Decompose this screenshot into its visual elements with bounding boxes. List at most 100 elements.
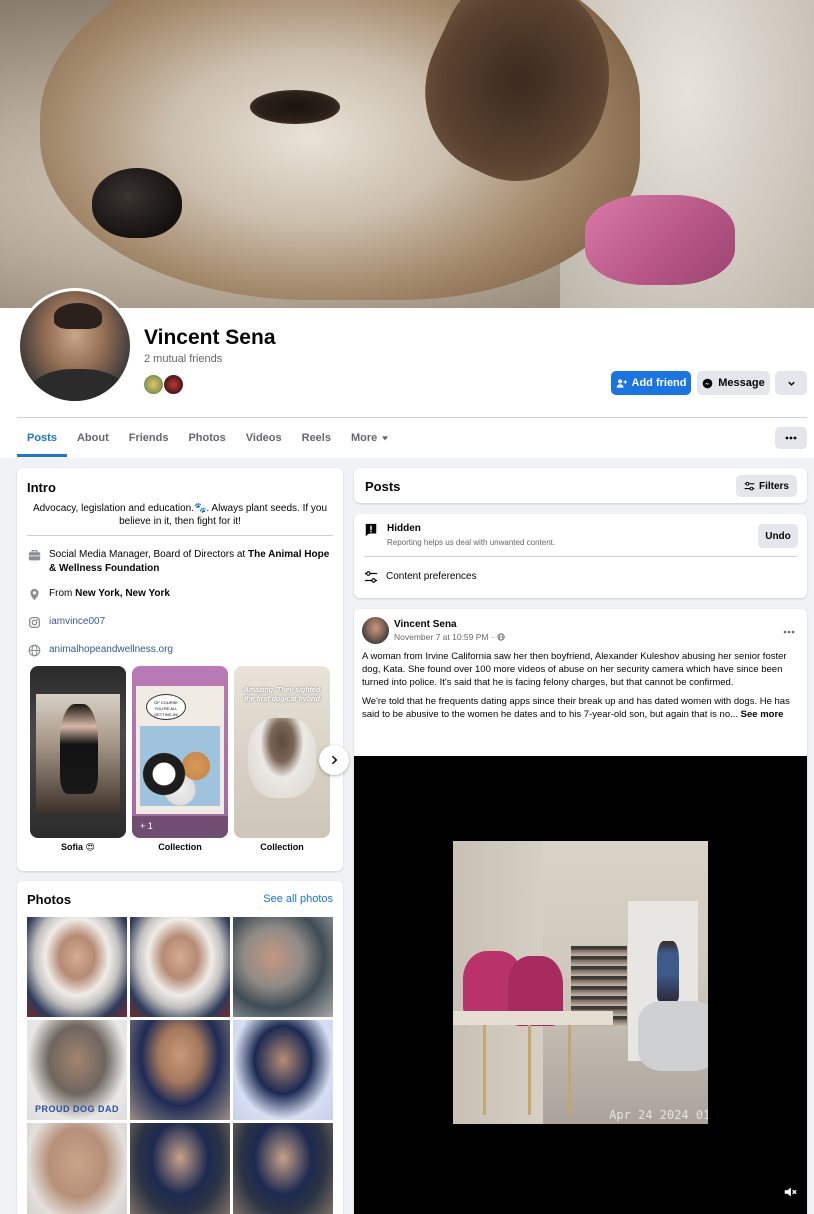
intro-card: Intro Advocacy, legislation and educatio… [17,468,349,871]
photo-thumbnail[interactable] [130,917,230,1017]
tab-more[interactable]: More [341,419,399,457]
mute-button[interactable] [783,1185,797,1204]
intro-bio: Advocacy, legislation and education.🐾. A… [32,503,328,527]
post-timestamp[interactable]: November 7 at 10:59 PM [394,632,489,642]
posts-header-card: Posts Filters [354,468,807,503]
from-prefix: From [49,588,76,599]
photo-thumbnail[interactable] [233,1123,333,1214]
header-divider [17,417,807,418]
post-paragraph: A woman from Irvine California saw her t… [362,651,787,688]
cover-dog-collar [585,195,735,285]
mutual-friends-count[interactable]: 2 mutual friends [144,353,222,365]
tab-label: Photos [188,432,226,444]
profile-tabs: Posts About Friends Photos Videos Reels … [17,419,399,457]
sliders-icon [744,481,755,490]
post-body: A woman from Irvine California saw her t… [362,650,799,727]
photo-thumbnail[interactable] [27,1123,127,1214]
user-plus-icon [616,378,627,388]
tab-label: Posts [27,432,57,444]
instagram-link[interactable]: iamvince007 [49,615,105,629]
photo-thumbnail[interactable] [233,917,333,1017]
hidden-post-notice: Hidden Reporting helps us deal with unwa… [354,514,807,598]
video-timestamp: Apr 24 2024 01:21 [609,1108,708,1122]
hometown-place[interactable]: New York, New York [75,588,170,599]
undo-button[interactable]: Undo [758,524,798,548]
bio-divider [27,535,333,536]
cover-dog-nose [92,168,182,238]
frame-sofa [638,1001,708,1071]
filters-label: Filters [758,480,789,492]
highlight-animal [248,718,316,798]
profile-options-button[interactable] [775,371,807,395]
video-frame: Apr 24 2024 01:21 [453,841,708,1124]
tab-friends[interactable]: Friends [119,419,179,457]
tab-about[interactable]: About [67,419,119,457]
briefcase-icon [27,548,41,562]
post-author-name[interactable]: Vincent Sena [394,619,457,630]
speaker-muted-icon [784,1187,797,1197]
highlight-label: Collection [260,842,304,852]
profile-name: Vincent Sena [144,326,276,349]
instagram-icon [27,615,41,629]
highlight-label: Sofia 😍 [61,842,95,852]
tab-label: Friends [128,432,169,444]
tab-reels[interactable]: Reels [292,419,341,457]
add-friend-button[interactable]: Add friend [611,371,691,395]
tab-label: About [76,432,109,444]
post-options-button[interactable] [783,621,795,639]
alert-icon [365,523,377,537]
featured-highlight-sofia[interactable] [30,666,126,838]
cartoon-dogs [140,726,220,806]
hidden-divider [364,556,797,557]
photo-thumbnail[interactable] [130,1020,230,1120]
tab-label: More [350,432,378,444]
highlight-figure [60,704,98,794]
avatar-hair [54,303,102,329]
mutual-friend-avatar[interactable] [163,374,184,395]
messenger-icon [702,378,713,388]
tab-label: Videos [245,432,282,444]
photo-thumbnail[interactable]: PROUD DOG DAD [27,1020,127,1120]
highlights-next-button[interactable] [319,745,349,775]
content-preferences-link[interactable]: Content preferences [386,571,477,582]
add-friend-label: Add friend [631,377,687,389]
photos-title: Photos [27,892,72,907]
mutual-friend-avatar[interactable] [143,374,164,395]
tab-photos[interactable]: Photos [178,419,235,457]
intro-work-text: Social Media Manager, Board of Directors… [49,548,333,576]
frame-person [657,941,679,1001]
featured-highlight-collection-1[interactable]: OF COURSE YOU'RE ALL GETTING IN! + 1 [132,666,228,838]
tab-videos[interactable]: Videos [236,419,292,457]
frame-stool-leg [483,1025,486,1115]
preferences-icon [364,571,378,583]
cover-photo[interactable] [0,0,814,308]
message-button[interactable]: Message [697,371,770,395]
post-paragraph: We're told that he frequents dating apps… [362,695,799,721]
ellipsis-icon [785,436,797,440]
website-link[interactable]: animalhopeandwellness.org [49,643,173,657]
chevron-down-icon [787,381,795,386]
intro-hometown-text: From New York, New York [49,587,170,601]
photo-thumbnail[interactable] [130,1123,230,1214]
featured-highlight-collection-2[interactable]: Amazing. They sighted the first dog/cat … [234,666,330,838]
intro-website: animalhopeandwellness.org [27,643,333,657]
photo-thumbnail[interactable] [27,917,127,1017]
post-paragraph-text: We're told that he frequents dating apps… [362,696,790,720]
photos-card: Photos See all photos PROUD DOG DAD [17,881,343,1214]
message-label: Message [718,377,765,389]
photo-caption: PROUD DOG DAD [34,1104,119,1114]
profile-avatar[interactable] [17,288,133,404]
see-all-photos-link[interactable]: See all photos [263,893,333,905]
highlight-label: Collection [158,842,202,852]
post-author-avatar[interactable] [362,617,389,644]
highlight-overlay-text: Amazing. They sighted the first dog/cat … [243,687,321,703]
see-more-link[interactable]: See more [741,709,784,720]
frame-stool-leg [528,1025,531,1115]
caret-down-icon [382,436,389,441]
tab-posts[interactable]: Posts [17,419,67,457]
tabs-more-options-button[interactable] [775,427,807,449]
intro-title: Intro [27,480,56,495]
post-video[interactable]: Apr 24 2024 01:21 [354,756,807,1214]
filters-button[interactable]: Filters [735,475,797,497]
photo-thumbnail[interactable] [233,1020,333,1120]
